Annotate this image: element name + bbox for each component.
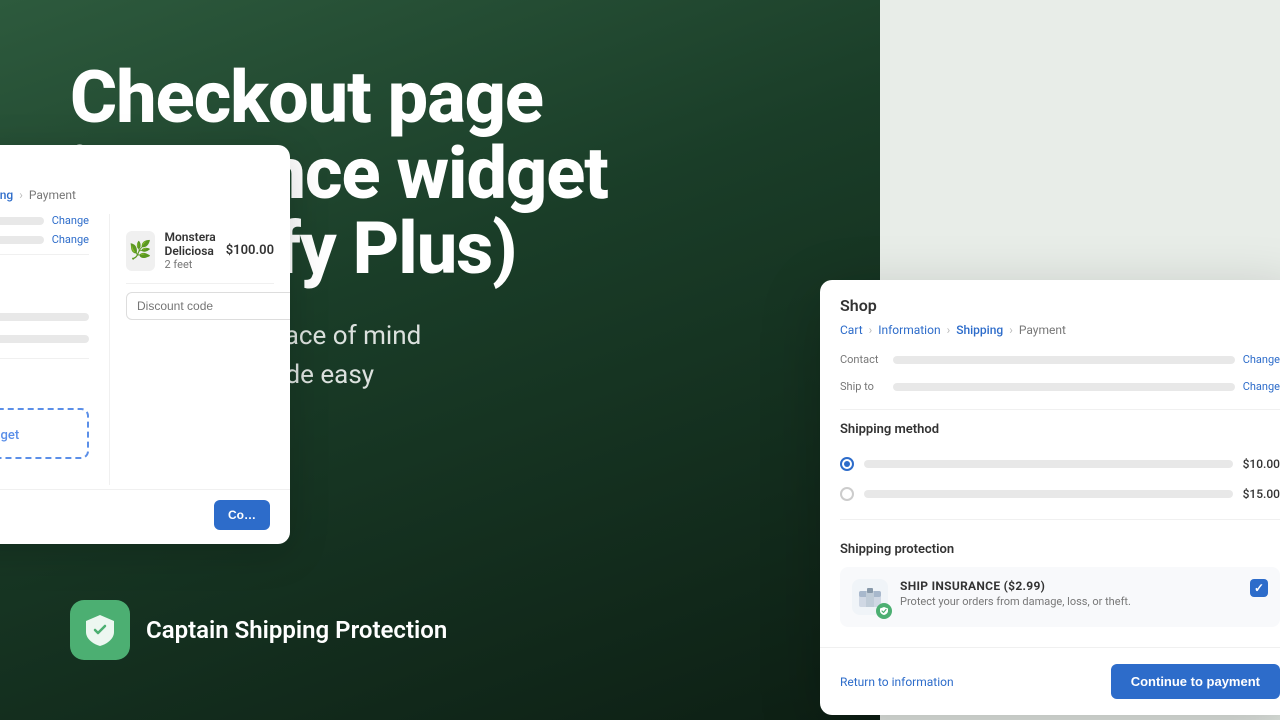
front-shipping-title: Shipping method [820, 410, 1280, 437]
crumb-shipping: Shipping [0, 188, 13, 202]
product-info: Monstera Deliciosa 2 feet [165, 230, 216, 271]
insurance-widget-placeholder: Insurance widget [0, 408, 89, 459]
front-option2-bar [864, 490, 1233, 498]
front-ship-to-row: Ship to Change [820, 376, 1280, 403]
back-shipping-option1 [0, 306, 89, 328]
front-continue-button[interactable]: Continue to payment [1111, 664, 1280, 699]
back-window-left: Contact Change Ship to Change Shipping m… [0, 214, 110, 485]
front-option1-bar [864, 460, 1233, 468]
ship-to-bar [0, 236, 44, 244]
insurance-desc: Protect your orders from damage, loss, o… [900, 595, 1238, 608]
contact-change[interactable]: Change [52, 214, 89, 227]
front-protection-title: Shipping protection [840, 542, 1280, 557]
back-shipping-option2 [0, 328, 89, 350]
checkout-window-back: Shop Cart › Information › Shipping › Pay… [0, 145, 290, 544]
back-protection-title: Shipping protection [0, 367, 89, 398]
front-shipping-option1: $10.00 [820, 449, 1280, 479]
product-price: $100.00 [226, 243, 274, 258]
ship-to-row: Ship to Change [0, 233, 89, 246]
back-window-header: Shop Cart › Information › Shipping › Pay… [0, 145, 290, 202]
brand-name: Captain Shipping Protection [146, 616, 447, 644]
option1-bar [0, 313, 89, 321]
front-return-link[interactable]: Return to information [840, 675, 954, 689]
front-contact-change[interactable]: Change [1243, 353, 1280, 366]
shield-check-icon [879, 606, 889, 616]
product-name: Monstera Deliciosa [165, 230, 216, 258]
contact-bar [0, 217, 44, 225]
front-contact-bar [893, 356, 1235, 364]
contact-row: Contact Change [0, 214, 89, 227]
front-breadcrumb: Cart › Information › Shipping › Payment [840, 323, 1280, 337]
front-contact-label: Contact [840, 353, 885, 366]
front-shipping-option2: $15.00 [820, 479, 1280, 509]
checkout-window-front: Shop Cart › Information › Shipping › Pay… [820, 280, 1280, 715]
front-crumb-cart[interactable]: Cart [840, 323, 863, 337]
front-footer: Return to information Continue to paymen… [820, 647, 1280, 715]
back-window-right: 🌿 Monstera Deliciosa 2 feet $100.00 Appl… [110, 214, 290, 485]
option2-bar [0, 335, 89, 343]
product-thumbnail: 🌿 [126, 231, 155, 271]
back-shop-name: Shop [0, 161, 270, 180]
insurance-icon-wrapper [852, 579, 888, 615]
insurance-name: SHIP INSURANCE ($2.99) [900, 579, 1238, 593]
ship-to-change[interactable]: Change [52, 233, 89, 246]
front-sep1: › [869, 323, 873, 337]
front-ship-to-change[interactable]: Change [1243, 380, 1280, 393]
front-option1-price: $10.00 [1243, 457, 1280, 471]
crumb-payment: Payment [29, 188, 76, 202]
right-panel: Shop Cart › Information › Shipping › Pay… [880, 0, 1280, 720]
shield-badge [876, 603, 892, 619]
discount-row: Apply [126, 292, 274, 320]
back-shipping-title: Shipping method [0, 263, 89, 294]
front-crumb-payment: Payment [1019, 323, 1066, 337]
insurance-checkbox[interactable] [1250, 579, 1268, 597]
left-panel: Checkout page insurance widget (Shopify … [0, 0, 880, 720]
product-size: 2 feet [165, 258, 216, 271]
brand-icon [70, 600, 130, 660]
insurance-widget: SHIP INSURANCE ($2.99) Protect your orde… [840, 567, 1280, 627]
product-row: 🌿 Monstera Deliciosa 2 feet $100.00 [126, 230, 274, 271]
front-window-header: Shop Cart › Information › Shipping › Pay… [820, 280, 1280, 337]
front-option2-price: $15.00 [1243, 487, 1280, 501]
back-continue-button[interactable]: Co… [214, 500, 270, 530]
discount-input[interactable] [126, 292, 290, 320]
front-contact-row: Contact Change [820, 349, 1280, 370]
front-sep3: › [1009, 323, 1013, 337]
front-radio-option1[interactable] [840, 457, 854, 471]
front-ship-to-label: Ship to [840, 380, 885, 393]
front-ship-to-bar [893, 383, 1235, 391]
front-radio-option2[interactable] [840, 487, 854, 501]
insurance-details: SHIP INSURANCE ($2.99) Protect your orde… [900, 579, 1238, 608]
front-shop-name: Shop [840, 296, 1280, 315]
back-breadcrumb: Cart › Information › Shipping › Payment [0, 188, 270, 202]
front-protection-section: Shipping protection [820, 530, 1280, 639]
shield-logo-icon [82, 612, 118, 648]
brand: Captain Shipping Protection [70, 600, 810, 660]
front-crumb-shipping: Shipping [956, 323, 1003, 337]
front-sep2: › [947, 323, 951, 337]
sep3: › [19, 188, 23, 202]
front-crumb-information[interactable]: Information [878, 323, 940, 337]
insurance-widget-label: Insurance widget [0, 428, 19, 443]
